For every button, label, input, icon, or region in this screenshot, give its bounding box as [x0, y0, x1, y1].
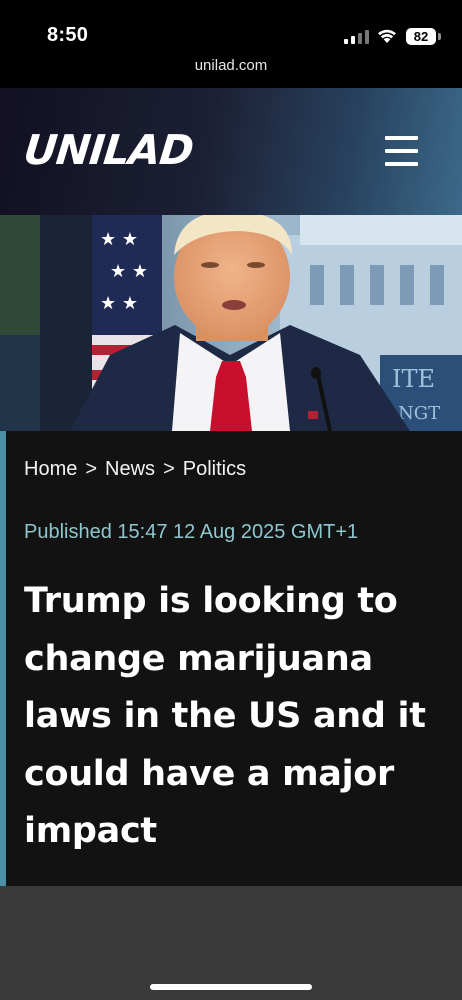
svg-text:ITE: ITE: [392, 365, 435, 393]
article-header: Home > News > Politics Published 15:47 12 Au…: [0, 431, 462, 886]
svg-text:★ ★: ★ ★: [100, 229, 138, 250]
wifi-icon: [378, 29, 396, 43]
home-indicator[interactable]: [150, 984, 312, 990]
hamburger-menu-icon[interactable]: [385, 136, 418, 166]
status-bar: 8:50 82 unilad.com: [0, 0, 462, 88]
unilad-logo[interactable]: UNILAD: [21, 126, 195, 174]
breadcrumb-politics[interactable]: Politics: [183, 458, 246, 480]
svg-text:★ ★: ★ ★: [110, 261, 148, 282]
breadcrumb: Home > News > Politics: [24, 458, 246, 481]
accent-bar: [0, 431, 6, 886]
battery-tip: [438, 33, 441, 40]
breadcrumb-separator: >: [85, 458, 98, 480]
article-headline: Trump is looking to change marijuana law…: [24, 581, 426, 851]
address-bar-url[interactable]: unilad.com: [0, 57, 462, 74]
breadcrumb-separator: >: [163, 458, 175, 480]
hero-photo: ★ ★ ★ ★ ★ ★ ITE NGT: [0, 215, 462, 431]
battery-icon: 82: [406, 28, 436, 45]
signal-icon: [344, 30, 370, 44]
browser-bottom-area: [0, 886, 462, 1000]
breadcrumb-news[interactable]: News: [105, 458, 155, 480]
breadcrumb-home[interactable]: Home: [24, 458, 77, 480]
svg-text:★ ★: ★ ★: [100, 293, 138, 314]
published-date: Published 15:47 12 Aug 2025 GMT+1: [24, 521, 359, 543]
hero-image: ★ ★ ★ ★ ★ ★ ITE NGT: [0, 215, 462, 431]
site-header: UNILAD: [0, 88, 462, 215]
status-time: 8:50: [47, 24, 89, 46]
svg-text:NGT: NGT: [398, 403, 440, 424]
